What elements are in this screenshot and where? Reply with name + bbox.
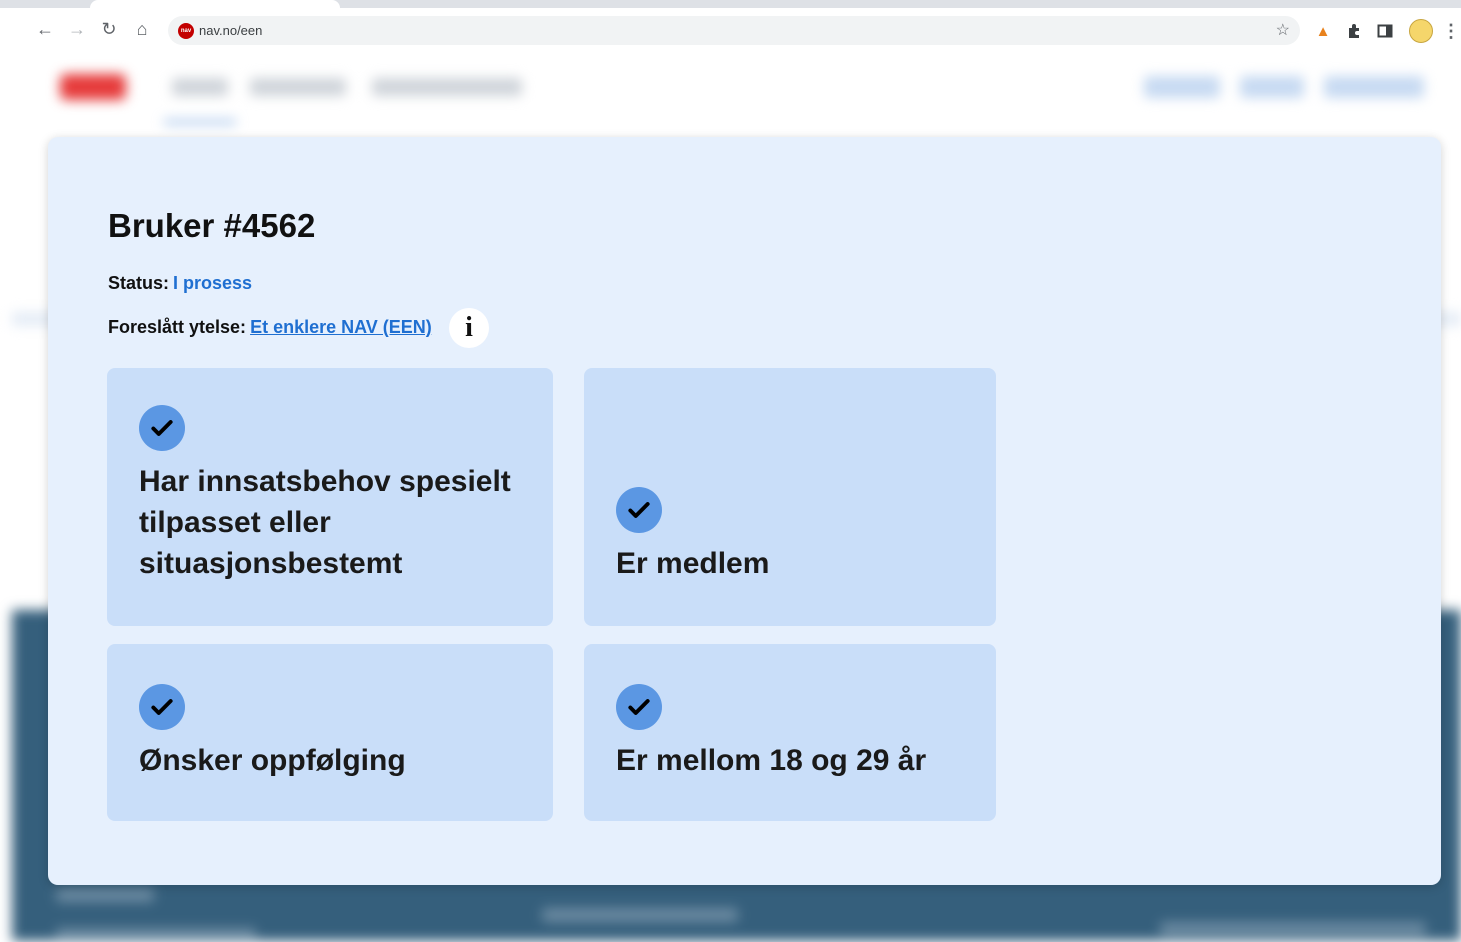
status-badge: I prosess xyxy=(173,273,253,293)
extensions-puzzle-icon[interactable] xyxy=(1343,20,1365,42)
profile-avatar[interactable] xyxy=(1409,19,1433,43)
side-panel-icon[interactable] xyxy=(1374,20,1396,42)
bg-header-link xyxy=(1144,76,1220,98)
suggested-benefit-label: Foreslått ytelse: xyxy=(108,317,247,337)
page-title: Bruker #4562 xyxy=(108,207,316,244)
bg-header-link xyxy=(1324,76,1424,98)
bg-header-link xyxy=(1240,76,1304,98)
bg-footer-text xyxy=(542,908,738,922)
bg-nav-tab xyxy=(372,78,522,96)
bg-nav-tab xyxy=(172,78,228,96)
reload-icon[interactable]: ↻ xyxy=(96,16,122,42)
forward-icon[interactable]: → xyxy=(64,16,90,42)
criterion-card: Er mellom 18 og 29 år xyxy=(584,644,996,821)
checkmark-icon xyxy=(616,684,662,730)
checkmark-icon xyxy=(139,405,185,451)
suggested-benefit-row: Foreslått ytelse: Et enklere NAV (EEN) xyxy=(108,317,432,338)
bg-active-tab-underline xyxy=(164,120,236,124)
criterion-text: Ønsker oppfølging xyxy=(139,744,406,777)
bg-footer-text xyxy=(56,928,256,942)
nav-logo xyxy=(60,74,126,100)
suggested-benefit-link[interactable]: Et enklere NAV (EEN) xyxy=(250,317,432,337)
back-icon[interactable]: ← xyxy=(32,16,58,42)
bg-nav-tab xyxy=(250,78,346,96)
criterion-card: Har innsatsbehov spesielt tilpasset elle… xyxy=(107,368,553,626)
metamask-extension-icon[interactable]: ▲ xyxy=(1312,20,1334,42)
site-favicon-icon: nav xyxy=(178,23,194,39)
status-row: Status: I prosess xyxy=(108,273,252,294)
checkmark-icon xyxy=(616,487,662,533)
info-icon[interactable]: i xyxy=(449,308,489,348)
home-icon[interactable]: ⌂ xyxy=(129,16,155,42)
address-bar[interactable]: nav nav.no/een ☆ xyxy=(168,16,1300,45)
criterion-text: Har innsatsbehov spesielt tilpasset elle… xyxy=(139,465,511,580)
bg-footer-text xyxy=(56,888,154,902)
user-detail-modal: Bruker #4562 Status: I prosess Foreslått … xyxy=(48,137,1441,885)
criterion-card: Ønsker oppfølging xyxy=(107,644,553,821)
browser-toolbar: ← → ↻ ⌂ nav nav.no/een ☆ ▲ ⋮ xyxy=(0,8,1461,54)
bookmark-star-icon[interactable]: ☆ xyxy=(1276,20,1290,40)
browser-menu-icon[interactable]: ⋮ xyxy=(1442,18,1460,44)
url-text[interactable]: nav.no/een xyxy=(199,23,262,38)
criterion-text: Er mellom 18 og 29 år xyxy=(616,744,927,777)
status-label: Status: xyxy=(108,273,170,293)
checkmark-icon xyxy=(139,684,185,730)
bg-footer-text xyxy=(1160,922,1426,936)
criterion-card: Er medlem xyxy=(584,368,996,626)
criterion-text: Er medlem xyxy=(616,547,770,580)
